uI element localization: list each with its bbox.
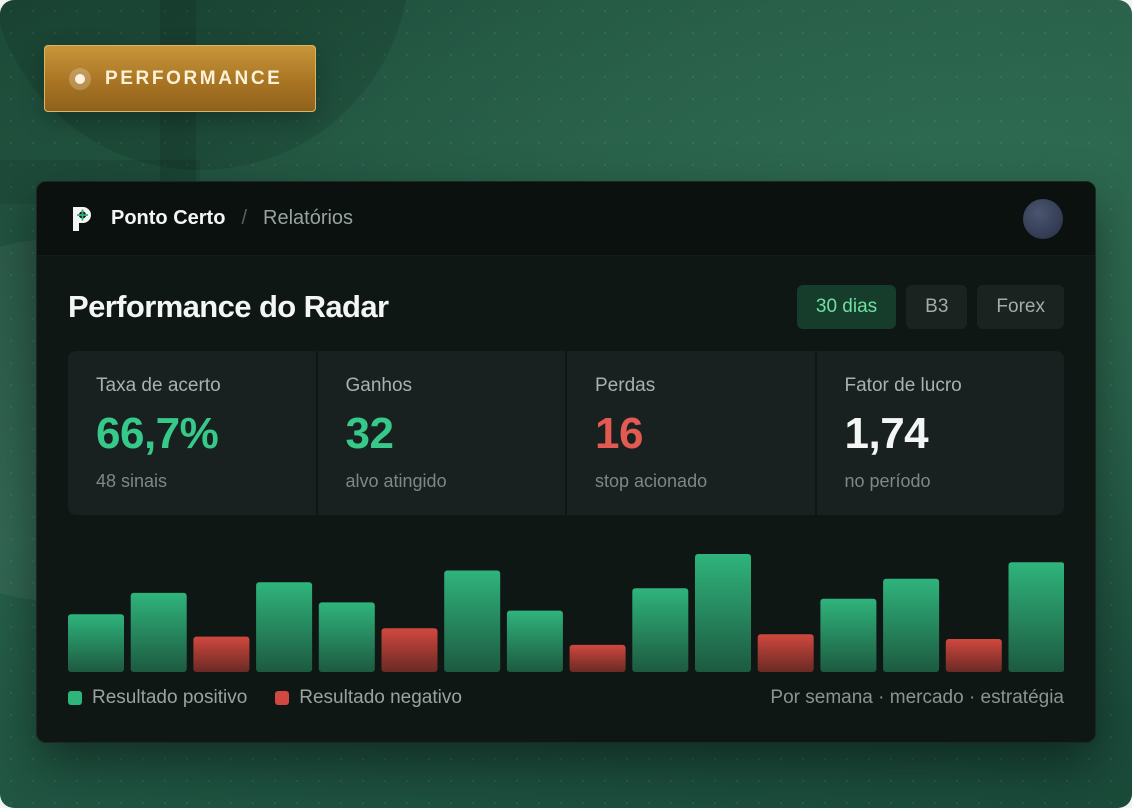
breadcrumb-current[interactable]: Relatórios — [263, 207, 353, 230]
negative-swatch — [275, 691, 290, 705]
top-bar: Ponto Certo / Relatórios — [37, 182, 1095, 256]
legend-negative-label: Resultado negativo — [299, 687, 462, 708]
stat-sub: alvo atingido — [345, 471, 447, 491]
chart-bar-positive — [883, 578, 940, 672]
chart-bar-positive — [444, 570, 501, 672]
legend-positive-label: Resultado positivo — [92, 687, 248, 708]
stat-perdas: Perdas 16 stop acionado — [567, 351, 817, 515]
legend-negative: Resultado negativo — [275, 687, 462, 709]
stats-panel: Taxa de acerto 66,7% 48 sinais Ganhos 32… — [68, 351, 1064, 515]
ponto-certo-logo-icon[interactable] — [69, 204, 95, 234]
stat-sub: stop acionado — [595, 471, 708, 491]
stat-label: Fator de lucro — [844, 375, 962, 396]
stat-label: Ganhos — [345, 375, 413, 396]
filter-chips: 30 dias B3 Forex — [796, 285, 1064, 329]
weekly-results-chart — [68, 554, 1064, 672]
dot-icon — [69, 67, 91, 90]
stat-value: 16 — [595, 409, 643, 458]
breadcrumb-separator: / — [241, 207, 247, 229]
chart-bar-negative — [569, 644, 626, 672]
chart-bar-negative — [945, 639, 1002, 672]
chart-legend: Resultado positivo Resultado negativo Po… — [68, 686, 1064, 710]
page-header: Performance do Radar 30 dias B3 Forex — [68, 285, 1064, 329]
chart-bar-positive — [506, 610, 563, 672]
stat-value: 32 — [345, 409, 394, 458]
positive-swatch — [68, 691, 82, 705]
stat-label: Taxa de acerto — [96, 375, 221, 396]
chart-bar-positive — [820, 598, 877, 672]
stat-sub: no período — [844, 471, 931, 491]
chart-bar-negative — [193, 636, 250, 672]
badge-label: PERFORMANCE — [105, 67, 283, 89]
chart-bar-positive — [318, 602, 375, 672]
background: PERFORMANCE Ponto Certo / Relatórios Per… — [0, 0, 1132, 808]
chart-bar-positive — [632, 588, 689, 672]
chart-bar-negative — [757, 634, 814, 672]
stat-sub: 48 sinais — [96, 471, 168, 491]
stat-ganhos: Ganhos 32 alvo atingido — [318, 351, 567, 515]
stat-fator-de-lucro: Fator de lucro 1,74 no período — [817, 351, 1065, 515]
chart-note: Por semana · mercado · estratégia — [770, 687, 1064, 708]
chart-bar-positive — [256, 582, 313, 672]
user-avatar[interactable] — [1023, 198, 1063, 239]
stat-value: 1,74 — [844, 409, 929, 458]
filter-b3[interactable]: B3 — [906, 285, 968, 329]
chart-bar-positive — [695, 554, 751, 672]
chart-bar-positive — [130, 592, 187, 672]
legend-positive: Resultado positivo — [68, 687, 247, 709]
stat-value: 66,7% — [96, 409, 219, 458]
stat-label: Perdas — [595, 375, 656, 396]
page-title: Performance do Radar — [68, 289, 389, 324]
chart-bar-negative — [381, 628, 438, 672]
stat-taxa-de-acerto: Taxa de acerto 66,7% 48 sinais — [68, 351, 318, 515]
filter-forex[interactable]: Forex — [977, 285, 1064, 329]
chart-bar-positive — [68, 614, 124, 672]
brand-name[interactable]: Ponto Certo — [111, 207, 225, 230]
performance-badge: PERFORMANCE — [44, 45, 316, 112]
filter-30-dias[interactable]: 30 dias — [796, 285, 897, 329]
chart-bar-positive — [1008, 562, 1064, 672]
report-card: Ponto Certo / Relatórios Performance do … — [36, 181, 1096, 743]
